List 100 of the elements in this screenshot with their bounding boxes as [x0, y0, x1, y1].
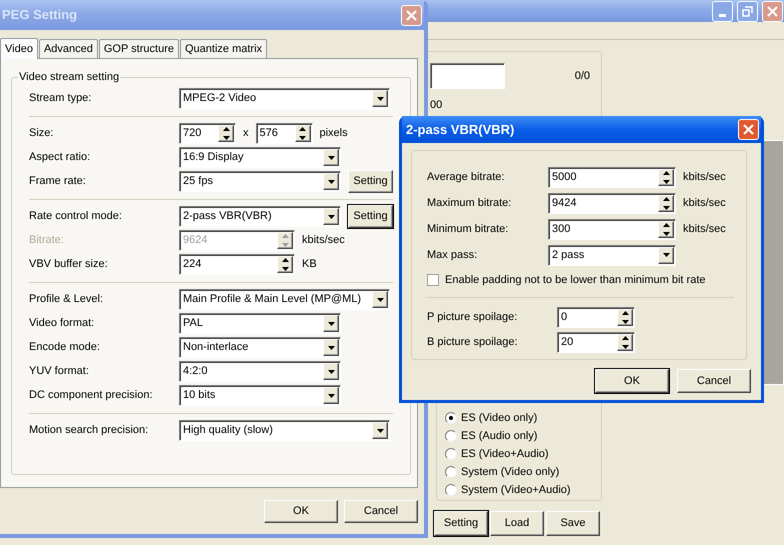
- spin-arrows-icon: [222, 127, 230, 140]
- field-label: Average bitrate:: [427, 170, 506, 185]
- value-text: 00: [430, 98, 442, 113]
- caret-icon: [328, 394, 334, 398]
- unit-label: kbits/sec: [683, 196, 726, 211]
- dropdown[interactable]: 25 fps: [179, 171, 341, 192]
- window-title: PEG Setting: [2, 6, 78, 24]
- tab[interactable]: Quantize matrix: [180, 39, 268, 58]
- field-label: DC component precision:: [29, 388, 154, 404]
- restore-button[interactable]: [737, 0, 758, 22]
- push-button[interactable]: Load: [490, 511, 544, 536]
- field-label: Stream type:: [29, 91, 92, 106]
- radio-label: System (Video+Audio): [461, 482, 571, 498]
- unit-label: KB: [302, 257, 317, 272]
- spin-field[interactable]: 9424: [548, 192, 676, 214]
- spin-arrows-icon: [662, 170, 670, 184]
- dropdown[interactable]: 10 bits: [179, 385, 341, 406]
- close-icon: [767, 6, 778, 16]
- radio-button[interactable]: [445, 448, 457, 460]
- spin-arrows-icon: [282, 234, 288, 247]
- field-label: Encode mode:: [29, 340, 101, 356]
- spin-field[interactable]: 5000: [548, 166, 676, 188]
- field-label: Maximum bitrate:: [427, 196, 512, 211]
- push-button[interactable]: Cancel: [677, 369, 751, 393]
- spin-arrows-icon: [622, 311, 628, 324]
- close-icon: [743, 124, 754, 135]
- push-button[interactable]: Cancel: [344, 500, 418, 523]
- spin-arrows-icon: [299, 127, 306, 140]
- spin-field[interactable]: 576: [256, 123, 312, 144]
- minimize-button[interactable]: [712, 0, 733, 22]
- spin-field[interactable]: 300: [548, 218, 676, 240]
- dropdown[interactable]: Main Profile & Main Level (MP@ML): [179, 289, 390, 310]
- spin-arrows-icon: [662, 222, 670, 236]
- radio-label: ES (Video+Audio): [461, 446, 549, 462]
- push-button[interactable]: OK: [595, 369, 669, 393]
- caret-icon: [328, 370, 334, 374]
- dropdown[interactable]: Non-interlace: [179, 337, 341, 358]
- radio-button[interactable]: [445, 466, 457, 478]
- tab[interactable]: Advanced: [38, 39, 98, 58]
- caret-icon: [328, 214, 334, 218]
- push-button[interactable]: OK: [264, 500, 338, 523]
- close-button[interactable]: [401, 4, 422, 26]
- checkbox-label: Enable padding not to be lower than minimum bit rate: [445, 272, 706, 288]
- field-label: Minimum bitrate:: [427, 222, 510, 237]
- caret-icon: [328, 346, 334, 350]
- field-label: Aspect ratio:: [29, 150, 92, 166]
- checkbox[interactable]: [427, 274, 439, 286]
- field-label: Bitrate:: [29, 233, 65, 248]
- field-label: YUV format:: [29, 364, 90, 380]
- radio-button[interactable]: [445, 430, 457, 442]
- dropdown[interactable]: 4:2:0: [179, 361, 341, 382]
- caret-icon: [376, 428, 384, 432]
- spin-field[interactable]: 20: [557, 332, 635, 353]
- restore-icon: [742, 6, 753, 16]
- caret-icon: [376, 298, 384, 302]
- minimize-icon: [719, 14, 726, 16]
- field-label: Rate control mode:: [29, 209, 123, 224]
- dropdown[interactable]: 2-pass VBR(VBR): [179, 206, 341, 227]
- field-label: Motion search precision:: [29, 423, 150, 438]
- field-label: Frame rate:: [29, 174, 87, 190]
- field-label: Video format:: [29, 316, 96, 332]
- close-button[interactable]: [762, 0, 783, 22]
- push-button[interactable]: Save: [546, 511, 600, 536]
- spin-arrows-icon: [282, 258, 288, 271]
- dropdown[interactable]: High quality (slow): [179, 420, 390, 441]
- radio-button[interactable]: [445, 484, 457, 496]
- field-label: B picture spoilage:: [427, 335, 518, 350]
- field-label: VBV buffer size:: [29, 257, 109, 272]
- spin-field[interactable]: 0: [557, 307, 635, 328]
- close-button[interactable]: [738, 119, 759, 140]
- push-button[interactable]: Setting: [348, 205, 393, 228]
- caret-icon: [328, 156, 334, 160]
- caret-icon: [662, 253, 670, 257]
- field-label: P picture spoilage:: [427, 310, 518, 326]
- spin-arrows-icon: [622, 336, 628, 349]
- radio-label: System (Video only): [461, 464, 560, 480]
- dropdown[interactable]: 2 pass: [548, 244, 676, 266]
- spin-arrows-icon: [662, 196, 670, 210]
- dropdown[interactable]: PAL: [179, 313, 341, 334]
- counter-text: 0/0: [574, 68, 590, 84]
- caret-icon: [328, 180, 334, 184]
- field-label: Max pass:: [427, 248, 478, 263]
- radio-button[interactable]: [445, 412, 457, 424]
- tab[interactable]: Video: [0, 38, 38, 59]
- caret-icon: [328, 322, 334, 326]
- window-title: 2-pass VBR(VBR): [406, 120, 514, 139]
- spin-field[interactable]: 720: [179, 123, 236, 144]
- tab[interactable]: GOP structure: [98, 39, 179, 58]
- caret-icon: [376, 96, 384, 100]
- text-field[interactable]: [430, 63, 505, 89]
- close-icon: [406, 10, 417, 20]
- push-button[interactable]: Setting: [348, 170, 393, 193]
- unit-label: kbits/sec: [683, 170, 726, 185]
- dropdown[interactable]: 16:9 Display: [179, 147, 341, 168]
- push-button[interactable]: Setting: [434, 511, 488, 536]
- radio-label: ES (Audio only): [461, 428, 538, 444]
- dropdown[interactable]: MPEG-2 Video: [179, 88, 390, 109]
- spin-field[interactable]: 224: [179, 254, 295, 275]
- radio-label: ES (Video only): [461, 410, 538, 426]
- field-label: Profile & Level:: [29, 292, 104, 308]
